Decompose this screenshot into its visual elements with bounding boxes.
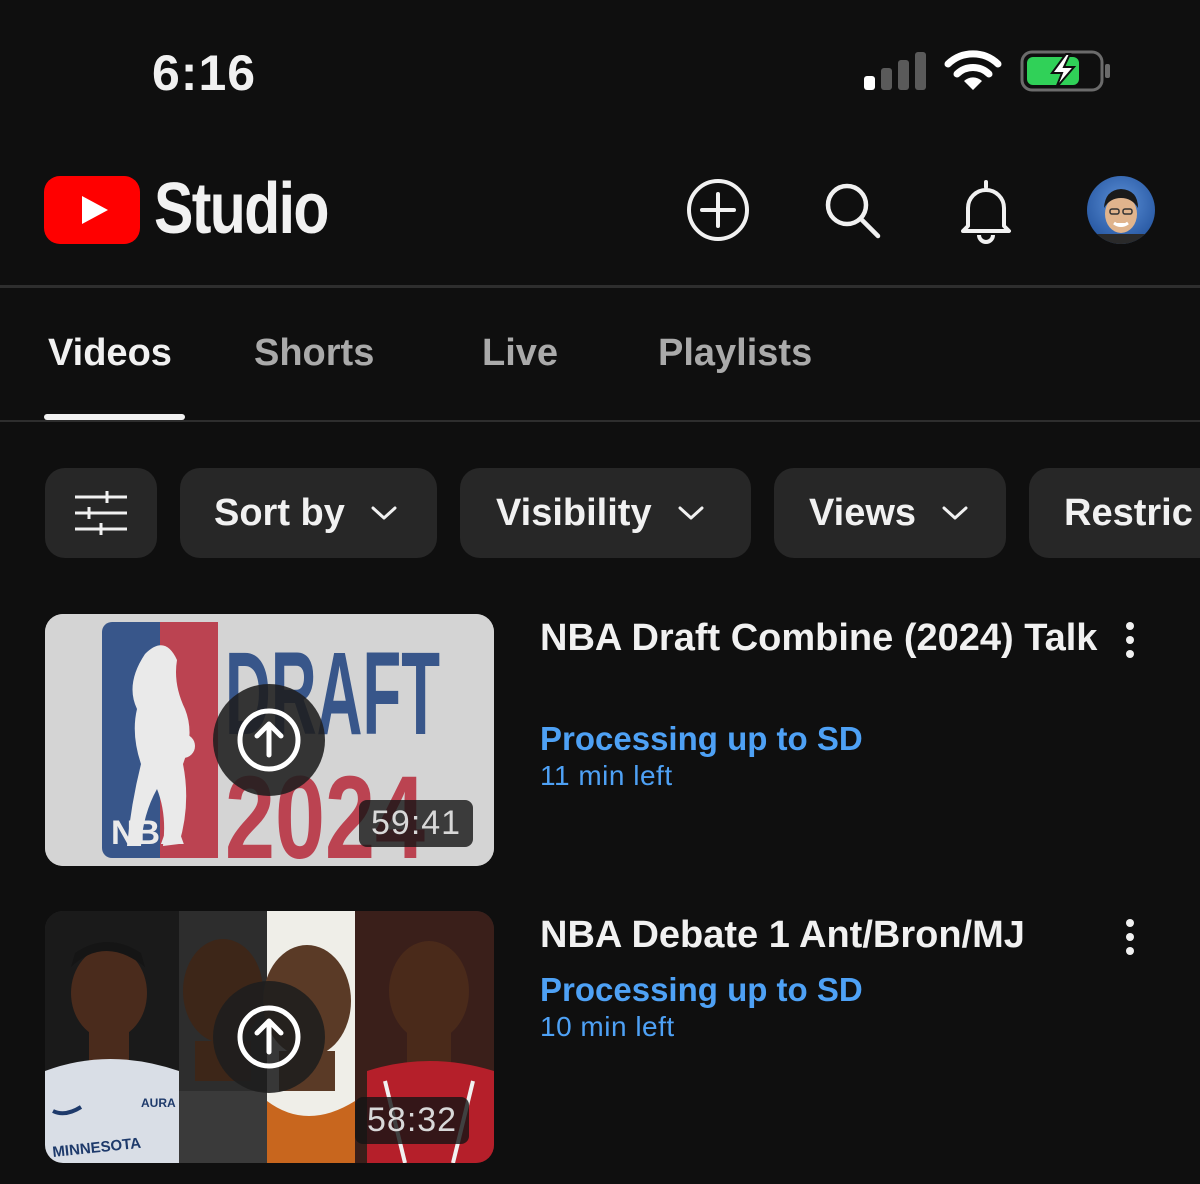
visibility-label: Visibility [496,491,652,534]
create-plus-icon[interactable] [684,176,752,244]
filter-chips-row: Sort by Visibility Views Restric [0,468,1200,558]
tab-shorts[interactable]: Shorts [254,332,374,375]
more-options-icon[interactable] [1114,618,1146,662]
video-thumbnail[interactable]: NBA DRAFT 2024 59:41 [45,614,494,866]
processing-time-left: 11 min left [540,760,673,791]
views-chip[interactable]: Views [774,468,1006,558]
restrictions-label: Restric [1064,491,1193,534]
video-list-item[interactable]: NBA DRAFT 2024 59:41 NBA Draft Combine (… [0,614,1200,866]
processing-status: Processing up to SD [540,720,863,757]
views-label: Views [809,491,917,534]
app-header: Studio [0,150,1200,286]
upload-arrow-icon [237,1005,301,1069]
status-bar: 6:16 [0,0,1200,140]
avatar-photo [1087,176,1155,244]
processing-status: Processing up to SD [540,971,863,1008]
tab-live[interactable]: Live [482,332,558,375]
chevron-down-icon [371,506,397,520]
battery-charging-icon [1020,50,1110,92]
account-avatar[interactable] [1087,176,1155,244]
video-list-item[interactable]: MINNESOTA AURA 58:32 NBA Debate 1 Ant/Br… [0,911,1200,1163]
video-duration: 59:41 [359,800,474,847]
sort-by-chip[interactable]: Sort by [180,468,437,558]
video-title[interactable]: NBA Draft Combine (2024) Talk [540,616,1100,660]
chevron-down-icon [942,506,968,520]
thumbnail-patch-text: AURA [141,1096,176,1110]
processing-time-left: 10 min left [540,1011,675,1042]
youtube-logo-icon[interactable] [44,176,140,244]
tab-playlists[interactable]: Playlists [658,332,812,375]
visibility-chip[interactable]: Visibility [460,468,751,558]
tabs-divider [0,420,1200,422]
filter-sliders-icon [75,491,127,535]
upload-progress-badge [213,981,325,1093]
video-duration: 58:32 [355,1097,470,1144]
video-thumbnail[interactable]: MINNESOTA AURA 58:32 [45,911,494,1163]
sort-by-label: Sort by [214,491,345,534]
search-icon[interactable] [818,176,886,244]
video-title[interactable]: NBA Debate 1 Ant/Bron/MJ [540,913,1100,957]
wifi-icon [944,50,1002,90]
status-time: 6:16 [152,45,257,101]
more-options-icon[interactable] [1114,915,1146,959]
upload-progress-badge [213,684,325,796]
cellular-signal-icon [864,52,926,90]
header-divider [0,285,1200,288]
upload-arrow-icon [237,708,301,772]
chevron-down-icon [678,506,704,520]
filter-settings-button[interactable] [45,468,157,558]
content-tabs: Videos Shorts Live Playlists [0,290,1200,422]
tab-videos[interactable]: Videos [48,332,172,375]
notifications-bell-icon[interactable] [952,176,1020,244]
restrictions-chip[interactable]: Restric [1029,468,1200,558]
studio-logo-text[interactable]: Studio [154,168,329,250]
